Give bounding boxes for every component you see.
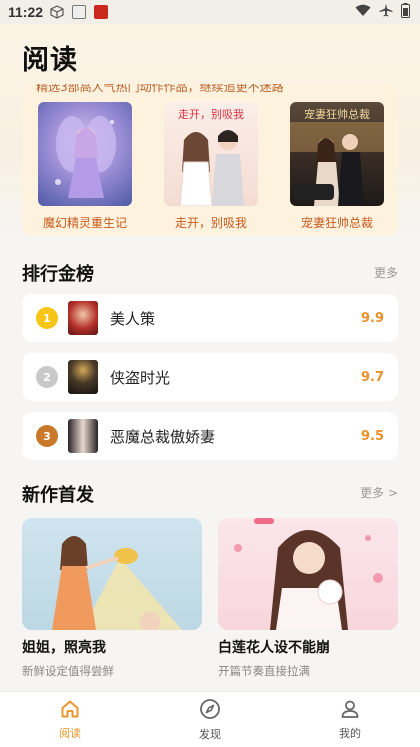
featured-banner[interactable]: 精选3部高人气热门动作作品，继续追更不迷路 魔幻精灵重生记 走开，别吸我 走开，… <box>22 84 398 236</box>
rank-badge: 3 <box>36 425 58 447</box>
home-icon <box>60 699 80 723</box>
new-work-title: 白莲花人设不能崩 <box>218 640 330 656</box>
wifi-icon <box>355 4 371 21</box>
rank-badge: 1 <box>36 307 58 329</box>
rank-book-name: 侠盗时光 <box>110 368 171 387</box>
new-work-card[interactable]: 姐姐，照亮我 新鲜设定值得尝鲜 <box>22 518 202 679</box>
rank-badge: 2 <box>36 366 58 388</box>
tab-discover[interactable]: 发现 <box>140 692 280 747</box>
book-cover: 宠妻狂帅总裁 <box>290 102 384 206</box>
airplane-icon <box>379 3 393 21</box>
notification-icon <box>93 5 109 19</box>
compass-icon <box>199 698 221 724</box>
banner-book-title: 宠妻狂帅总裁 <box>300 216 373 230</box>
book-thumbnail <box>68 360 98 394</box>
status-time: 11:22 <box>8 4 44 20</box>
new-work-card[interactable]: 白莲花人设不能崩 开篇节奏直接拉满 <box>218 518 398 679</box>
new-work-image <box>22 518 202 630</box>
banner-book-title: 走开，别吸我 <box>174 216 247 230</box>
app-icon <box>71 5 87 19</box>
rank-book-name: 恶魔总裁傲娇妻 <box>110 427 216 446</box>
book-cover <box>38 102 132 206</box>
banner-book-title: 魔幻精灵重生记 <box>42 216 127 230</box>
status-bar: 11:22 <box>0 0 420 24</box>
book-cover: 走开，别吸我 <box>164 102 258 206</box>
banner-text: 精选3部高人气热门动作作品，继续追更不迷路 <box>36 84 284 94</box>
rank-score: 9.5 <box>360 428 384 444</box>
banner-book[interactable]: 魔幻精灵重生记 <box>38 102 132 231</box>
battery-icon <box>401 2 410 22</box>
ranking-more-link[interactable]: 更多 <box>374 264 398 281</box>
bottom-tab-bar: 阅读 发现 我的 <box>0 691 420 747</box>
new-works-more-link[interactable]: 更多 > <box>360 484 398 501</box>
tab-label: 我的 <box>339 726 361 740</box>
new-works-title: 新作首发 <box>22 485 94 506</box>
ranking-title: 排行金榜 <box>22 264 94 285</box>
user-icon <box>340 699 360 723</box>
ranking-item[interactable]: 2 侠盗时光 9.7 <box>22 353 398 401</box>
book-thumbnail <box>68 419 98 453</box>
rank-score: 9.9 <box>360 310 384 326</box>
new-work-subtitle: 开篇节奏直接拉满 <box>218 664 310 678</box>
page-title: 阅读 <box>22 45 78 76</box>
tab-read[interactable]: 阅读 <box>0 692 140 747</box>
cube-icon <box>49 5 65 19</box>
ranking-item[interactable]: 3 恶魔总裁傲娇妻 9.5 <box>22 412 398 460</box>
banner-book[interactable]: 走开，别吸我 走开，别吸我 <box>164 102 258 231</box>
ranking-item[interactable]: 1 美人策 9.9 <box>22 294 398 342</box>
new-work-subtitle: 新鲜设定值得尝鲜 <box>22 664 114 678</box>
rank-book-name: 美人策 <box>110 309 156 328</box>
tab-mine[interactable]: 我的 <box>280 692 420 747</box>
banner-book[interactable]: 宠妻狂帅总裁 宠妻狂帅总裁 <box>290 102 384 231</box>
tab-label: 发现 <box>199 727 221 741</box>
tab-label: 阅读 <box>59 726 81 740</box>
new-work-title: 姐姐，照亮我 <box>22 640 106 656</box>
book-thumbnail <box>68 301 98 335</box>
rank-score: 9.7 <box>360 369 384 385</box>
new-work-image <box>218 518 398 630</box>
